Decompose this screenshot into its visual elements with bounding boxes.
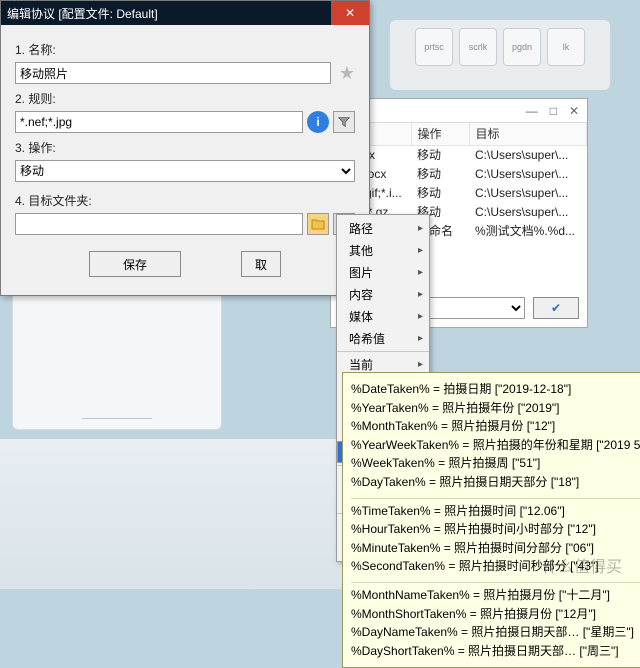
tooltip-line: %YearWeekTaken% = 照片拍摄的年份和星期 ["2019 51"] (351, 436, 640, 455)
tooltip-line: %MonthShortTaken% = 照片拍摄月份 ["12月"] (351, 605, 640, 624)
minimize-icon[interactable]: — (526, 104, 538, 118)
target-input[interactable] (15, 213, 303, 235)
action-select[interactable]: 移动 (15, 160, 355, 182)
dialog-title: 编辑协议 [配置文件: Default] (7, 5, 331, 22)
tooltip-line: %DayTaken% = 照片拍摄日期天部分 ["18"] (351, 473, 640, 492)
tooltip-line: %TimeTaken% = 照片拍摄时间 ["12.06"] (351, 502, 640, 521)
close-button[interactable]: ✕ (331, 1, 369, 25)
key: scrlk (459, 28, 497, 66)
variables-tooltip: %DateTaken% = 拍摄日期 ["2019-12-18"]%YearTa… (342, 372, 640, 668)
tooltip-line: %DateTaken% = 拍摄日期 ["2019-12-18"] (351, 380, 640, 399)
menu-item[interactable]: 图片 (337, 261, 429, 283)
watermark: 什么值得买 (542, 553, 622, 577)
menu-item[interactable]: 哈希值 (337, 327, 429, 349)
cancel-button[interactable]: 取 (241, 251, 281, 277)
info-icon[interactable]: i (307, 111, 329, 133)
menu-item[interactable]: 路径 (337, 217, 429, 239)
close-icon[interactable]: ✕ (569, 104, 579, 118)
tooltip-line: %DayShortTaken% = 照片拍摄日期天部… ["周三"] (351, 642, 640, 661)
tooltip-line: %YearTaken% = 照片拍摄年份 ["2019"] (351, 399, 640, 418)
tooltip-line: %DayNameTaken% = 照片拍摄日期天部… ["星期三"] (351, 623, 640, 642)
tooltip-line: %HourTaken% = 照片拍摄时间小时部分 ["12"] (351, 520, 640, 539)
col-action[interactable]: 操作 (411, 123, 469, 145)
name-label: 1. 名称: (15, 41, 355, 58)
menu-item[interactable]: 内容 (337, 283, 429, 305)
menu-item[interactable]: 媒体 (337, 305, 429, 327)
trackpad-prop (12, 280, 222, 430)
rule-input[interactable] (15, 111, 303, 133)
target-label: 4. 目标文件夹: (15, 192, 355, 209)
folder-icon[interactable] (307, 213, 329, 235)
rule-label: 2. 规则: (15, 90, 355, 107)
save-button[interactable]: 保存 (89, 251, 181, 277)
filter-icon[interactable] (333, 111, 355, 133)
confirm-button[interactable]: ✔ (533, 297, 579, 319)
key: pgdn (503, 28, 541, 66)
col-target[interactable]: 目标 (469, 123, 587, 145)
favorite-icon[interactable]: ★ (339, 63, 355, 84)
key: lk (547, 28, 585, 66)
action-label: 3. 操作: (15, 139, 355, 156)
titlebar[interactable]: 编辑协议 [配置文件: Default] ✕ (1, 1, 369, 25)
edit-protocol-dialog: 编辑协议 [配置文件: Default] ✕ 1. 名称: ★ 2. 规则: i… (0, 0, 370, 296)
key: prtsc (415, 28, 453, 66)
name-input[interactable] (15, 62, 331, 84)
keyboard-prop: prtsc scrlk pgdn lk (390, 20, 610, 90)
menu-item[interactable]: 其他 (337, 239, 429, 261)
tooltip-line: %MonthTaken% = 照片拍摄月份 ["12"] (351, 417, 640, 436)
maximize-icon[interactable]: □ (550, 104, 557, 118)
tooltip-line: %WeekTaken% = 照片拍摄周 ["51"] (351, 454, 640, 473)
